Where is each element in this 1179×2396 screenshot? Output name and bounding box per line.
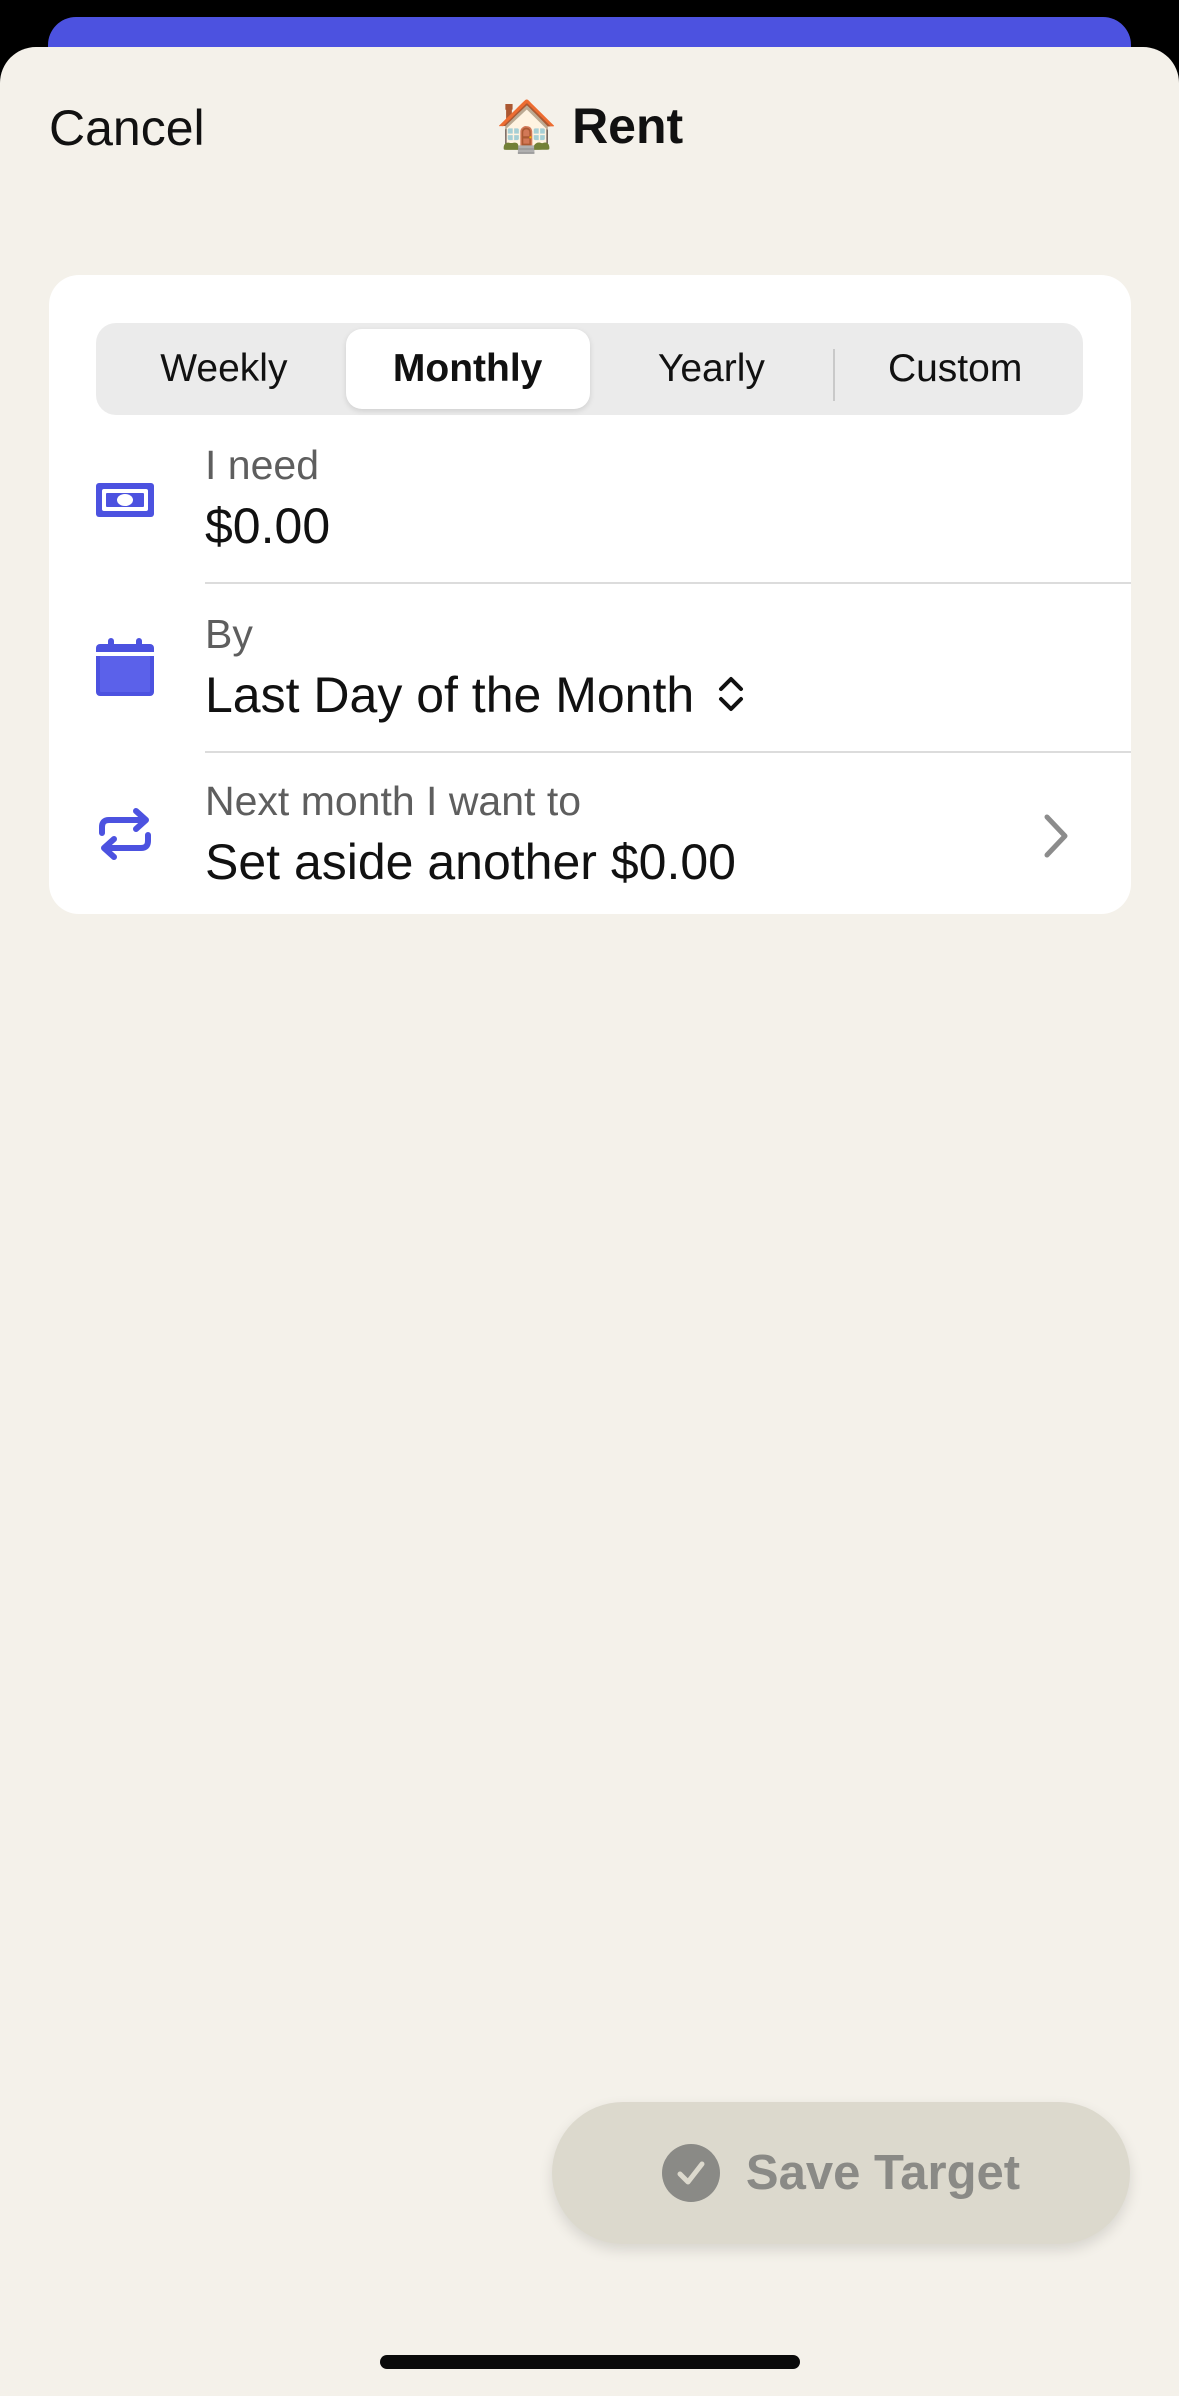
page-title-text: Rent <box>572 98 684 154</box>
by-date-row[interactable]: By Last Day of the Month <box>49 584 1131 753</box>
segment-label: Monthly <box>392 347 543 390</box>
frequency-segmented-control: Weekly Monthly Yearly Custom <box>96 323 1083 415</box>
target-card: Weekly Monthly Yearly Custom I need $0.0 <box>49 275 1131 914</box>
house-icon: 🏠 <box>495 97 559 155</box>
repeat-icon <box>99 808 151 860</box>
need-amount-value[interactable]: $0.00 <box>205 501 330 551</box>
need-amount-row[interactable]: I need $0.00 <box>49 415 1131 584</box>
save-target-button[interactable]: Save Target <box>552 2102 1130 2244</box>
page-title: 🏠 Rent <box>0 101 1179 151</box>
segment-yearly[interactable]: Yearly <box>590 329 834 409</box>
home-indicator[interactable] <box>380 2355 800 2369</box>
save-target-label: Save Target <box>745 2146 1021 2200</box>
by-label: By <box>205 611 253 657</box>
next-month-value: Set aside another $0.00 <box>205 834 736 890</box>
need-label: I need <box>205 442 319 488</box>
money-icon <box>96 483 154 517</box>
chevron-up-down-icon <box>719 677 744 711</box>
by-date-value[interactable]: Last Day of the Month <box>205 670 746 720</box>
segment-custom[interactable]: Custom <box>833 329 1077 409</box>
segment-weekly[interactable]: Weekly <box>102 329 346 409</box>
calendar-icon <box>96 638 154 696</box>
checkmark-icon <box>677 2161 705 2185</box>
chevron-right-icon <box>1044 814 1068 858</box>
next-month-label: Next month I want to <box>205 778 582 824</box>
segment-monthly[interactable]: Monthly <box>345 329 590 409</box>
segment-label: Weekly <box>160 347 288 390</box>
segment-label: Yearly <box>657 347 765 390</box>
by-date-text: Last Day of the Month <box>205 667 695 723</box>
next-month-row[interactable]: Next month I want to Set aside another $… <box>49 753 1131 914</box>
segment-divider <box>833 349 836 401</box>
target-sheet: Cancel 🏠 Rent Weekly Monthly Yearly Custo… <box>0 47 1179 2396</box>
segment-label: Custom <box>887 347 1023 390</box>
checkmark-circle-icon <box>661 2144 720 2202</box>
